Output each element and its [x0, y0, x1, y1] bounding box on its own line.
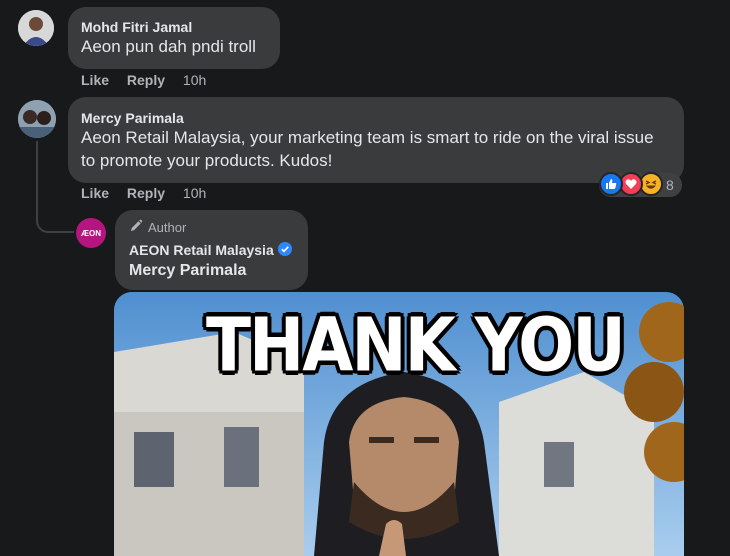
comment-text: Aeon pun dah pndi troll: [81, 37, 256, 56]
like-button[interactable]: Like: [81, 185, 109, 201]
comment-timestamp[interactable]: 10h: [183, 185, 206, 201]
comment-bubble: Mercy Parimala Aeon Retail Malaysia, you…: [68, 97, 684, 183]
pencil-icon: [129, 219, 143, 238]
reply-mention[interactable]: Mercy Parimala: [129, 260, 246, 283]
thank-you-gif[interactable]: THANK YOU: [114, 292, 684, 556]
like-button[interactable]: Like: [81, 72, 109, 88]
author-badge: Author: [148, 220, 187, 235]
reply-button[interactable]: Reply: [127, 72, 165, 88]
comment-author[interactable]: Mercy Parimala: [81, 110, 184, 126]
comment-actions: Like Reply 10h: [81, 185, 206, 201]
comment-text-line-1: Aeon Retail Malaysia, your marketing tea…: [81, 128, 654, 147]
avatar[interactable]: [18, 10, 54, 46]
reply-author[interactable]: AEON Retail Malaysia: [129, 242, 274, 258]
user-avatar-image: [18, 100, 56, 138]
avatar[interactable]: [18, 100, 56, 138]
reply-bubble: Author AEON Retail Malaysia Mercy Parima…: [115, 210, 308, 290]
comment-bubble: Mohd Fitri Jamal Aeon pun dah pndi troll: [68, 7, 280, 69]
aeon-avatar[interactable]: ÆON: [76, 218, 106, 248]
gif-caption: THANK YOU: [206, 302, 626, 389]
thread-connector: [36, 205, 74, 233]
comment-text-line-2: to promote your products. Kudos!: [81, 151, 333, 170]
comment-author[interactable]: Mohd Fitri Jamal: [81, 19, 192, 35]
verified-icon: [278, 242, 292, 261]
comment-actions: Like Reply 10h: [81, 72, 206, 88]
like-icon: [599, 172, 623, 196]
reply-button[interactable]: Reply: [127, 185, 165, 201]
comment-timestamp[interactable]: 10h: [183, 72, 206, 88]
thread-line: [36, 141, 38, 209]
aeon-logo-text: ÆON: [81, 228, 101, 238]
reaction-count[interactable]: 8: [666, 177, 674, 193]
user-avatar-image: [18, 10, 54, 46]
